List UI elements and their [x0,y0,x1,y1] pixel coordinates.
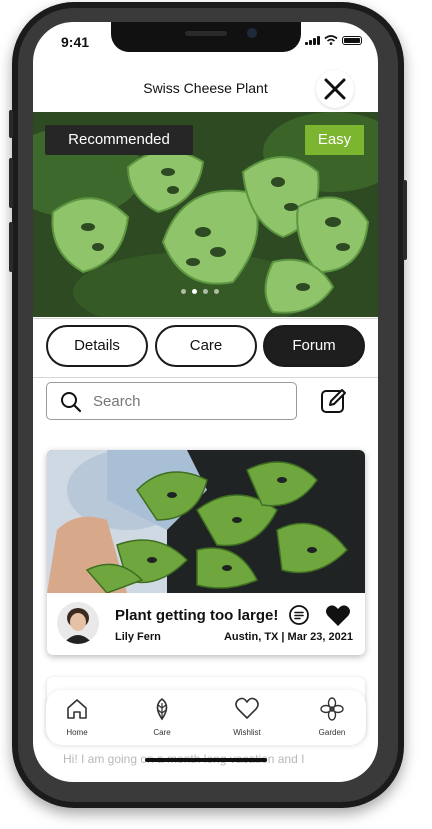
front-camera [247,28,257,38]
battery-icon [342,36,362,45]
home-icon [67,699,87,719]
post-image [47,450,365,593]
heart-filled-icon [326,605,350,626]
forum-post-card[interactable]: Plant getting too large! Lily Fern Austi… [47,450,365,655]
earpiece-speaker [185,31,227,36]
signal-icon [305,36,320,45]
search-input[interactable]: Search [46,382,297,420]
plant-hero-image[interactable]: Recommended Easy [33,112,378,317]
post-title[interactable]: Plant getting too large! [115,607,278,624]
volume-down-button [9,222,13,272]
new-post-button[interactable] [319,386,349,416]
wifi-icon [324,35,338,45]
home-indicator[interactable] [145,758,267,762]
like-button[interactable] [325,604,351,628]
search-placeholder: Search [93,393,141,410]
nav-garden[interactable]: Garden [302,696,362,737]
volume-up-button [9,158,13,208]
carousel-dot[interactable] [214,289,219,294]
heart-outline-icon [235,697,259,719]
author-photo [57,602,99,644]
tab-details[interactable]: Details [46,325,148,367]
recommended-badge: Recommended [45,125,193,155]
power-button [403,180,407,260]
close-icon [324,78,346,100]
comments-button[interactable] [288,604,310,626]
edit-icon [321,389,346,413]
carousel-dot[interactable] [203,289,208,294]
bottom-nav: Home Care Wishlist Garden [46,690,366,745]
difficulty-badge: Easy [305,125,364,155]
mute-switch [9,110,13,138]
notch [111,22,301,52]
tab-care[interactable]: Care [155,325,257,367]
search-icon [61,392,82,413]
nav-home[interactable]: Home [47,696,107,737]
leaf-icon [156,697,168,721]
avatar[interactable] [57,602,99,644]
post-location-date: Austin, TX | Mar 23, 2021 [223,631,353,643]
status-icons [305,35,362,45]
nav-home-label: Home [66,728,88,737]
status-time: 9:41 [61,34,90,50]
flower-icon [320,697,344,721]
comment-icon [289,605,309,625]
post-author[interactable]: Lily Fern [115,631,161,643]
divider [33,377,378,378]
tab-forum[interactable]: Forum [263,325,365,367]
divider [33,318,378,319]
close-button[interactable] [316,70,354,108]
nav-wishlist-label: Wishlist [233,728,261,737]
carousel-dot[interactable] [181,289,186,294]
carousel-dots[interactable] [181,289,219,294]
woman-holding-plant-photo [47,450,365,593]
nav-wishlist[interactable]: Wishlist [217,696,277,737]
nav-garden-label: Garden [318,728,346,737]
nav-care[interactable]: Care [132,696,192,737]
app-screen: 9:41 Swiss Cheese Plant Recommended Easy… [33,22,378,782]
nav-care-label: Care [153,728,171,737]
carousel-dot-active[interactable] [192,289,197,294]
